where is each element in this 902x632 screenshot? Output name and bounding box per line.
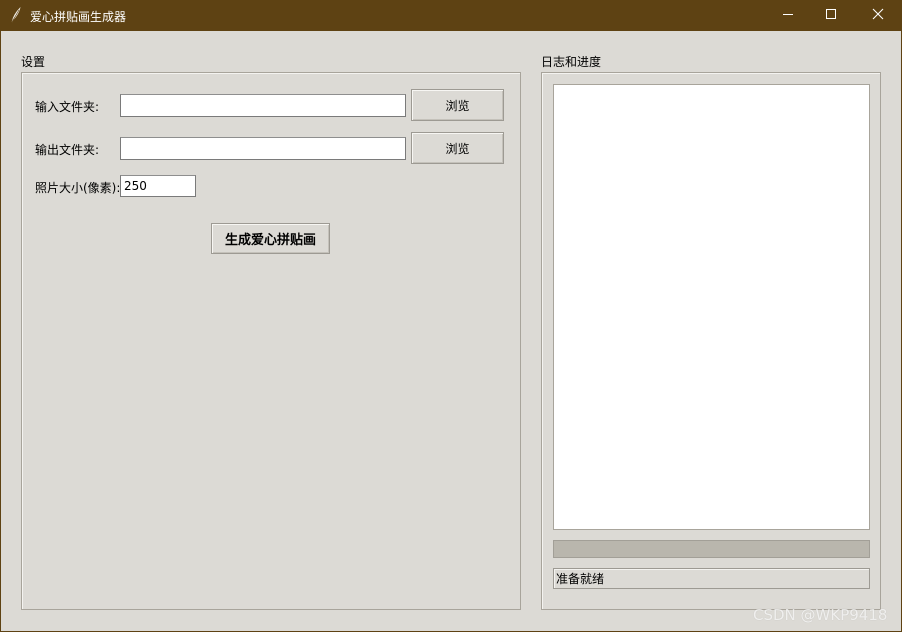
status-text: 准备就绪: [556, 572, 605, 586]
generate-button-label: 生成爱心拼贴画: [224, 233, 316, 248]
minimize-icon: [782, 8, 794, 23]
title-bar[interactable]: 爱心拼贴画生成器: [0, 0, 902, 31]
generate-button[interactable]: 生成爱心拼贴画: [211, 223, 330, 254]
browse-input-button-label: 浏览: [445, 98, 470, 113]
window-title: 爱心拼贴画生成器: [30, 10, 127, 24]
watermark: CSDN @WKP9418: [753, 606, 888, 624]
progress-bar: [553, 540, 870, 558]
minimize-button[interactable]: [765, 0, 811, 31]
input-folder-label: 输入文件夹:: [35, 100, 100, 114]
close-button[interactable]: [855, 0, 901, 31]
photo-size-label: 照片大小(像素):: [35, 181, 121, 195]
close-icon: [872, 8, 884, 23]
maximize-icon: [825, 8, 837, 23]
log-textarea[interactable]: [553, 84, 870, 530]
settings-group-label: 设置: [21, 55, 46, 69]
log-group-label: 日志和进度: [541, 55, 602, 69]
maximize-button[interactable]: [808, 0, 854, 31]
feather-icon: [9, 7, 23, 23]
photo-size-field[interactable]: [120, 175, 196, 197]
browse-input-button[interactable]: 浏览: [411, 89, 504, 121]
input-folder-field[interactable]: [120, 94, 406, 117]
browse-output-button[interactable]: 浏览: [411, 132, 504, 164]
output-folder-label: 输出文件夹:: [35, 143, 100, 157]
client-area: 设置 输入文件夹: 浏览 输出文件夹: 浏览 照片大小(像素): 生成爱心拼贴画…: [1, 31, 901, 631]
browse-output-button-label: 浏览: [445, 141, 470, 156]
app-window: 爱心拼贴画生成器 设置 输入文件夹: 浏览 输出文件夹: 浏览 照片大小(像素)…: [0, 0, 902, 632]
status-label: 准备就绪: [553, 568, 870, 589]
output-folder-field[interactable]: [120, 137, 406, 160]
